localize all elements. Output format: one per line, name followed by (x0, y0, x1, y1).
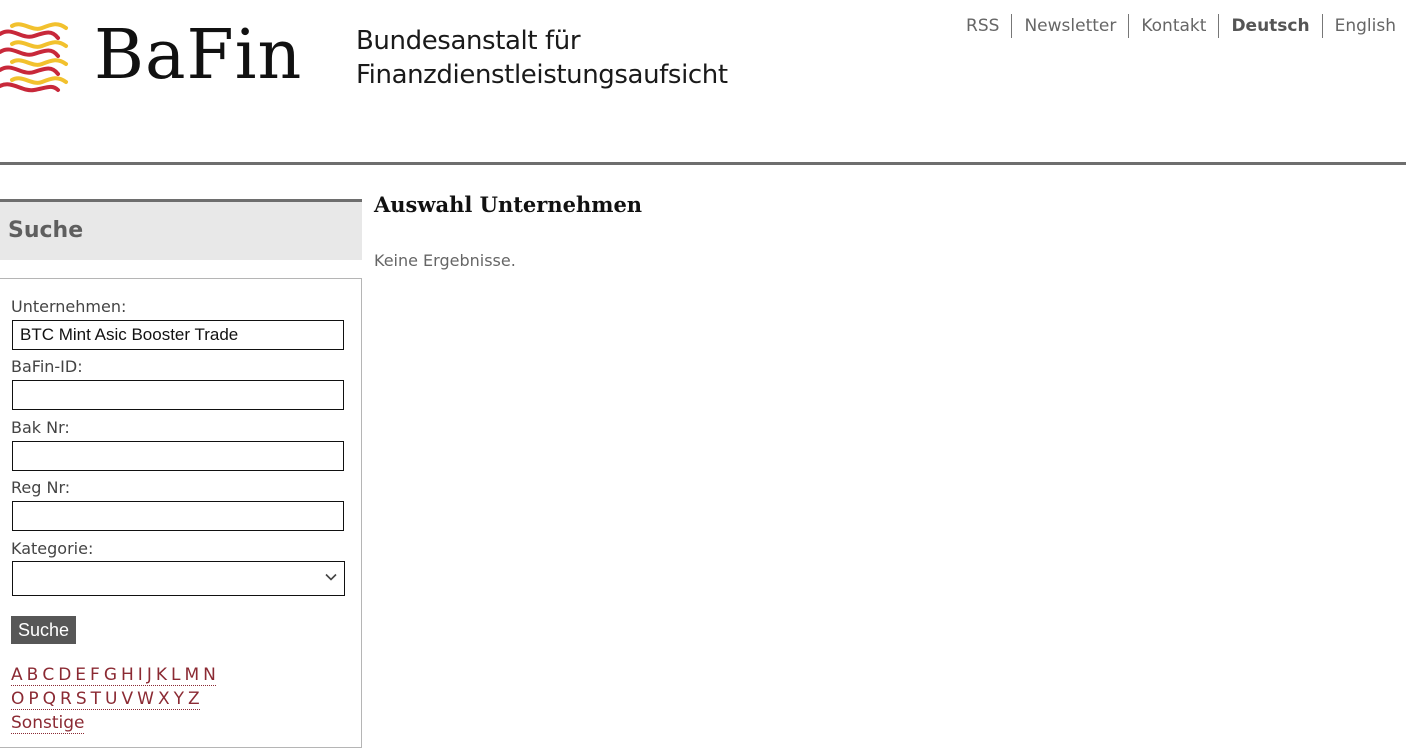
top-navigation: RSS Newsletter Kontakt Deutsch English (954, 14, 1396, 38)
bak-nr-input[interactable] (12, 441, 344, 471)
nav-deutsch-link[interactable]: Deutsch (1218, 14, 1321, 38)
other-companies-link[interactable]: Sonstige (11, 713, 85, 734)
company-input[interactable] (12, 320, 344, 350)
letter-link[interactable]: K (156, 665, 167, 685)
search-button[interactable]: Suche (11, 616, 76, 644)
nav-english-link[interactable]: English (1321, 14, 1396, 38)
letter-link[interactable]: Y (174, 689, 184, 709)
alphabet-row-2: OPQRSTUVWXYZ (11, 689, 200, 710)
page-title: Auswahl Unternehmen (374, 192, 643, 217)
bak-nr-label: Bak Nr: (11, 418, 70, 437)
nav-newsletter-link[interactable]: Newsletter (1011, 14, 1128, 38)
reg-nr-label: Reg Nr: (11, 478, 71, 497)
category-select[interactable] (12, 561, 345, 596)
alphabet-links-o-z[interactable]: OPQRSTUVWXYZ (11, 689, 200, 710)
letter-link[interactable]: M (184, 665, 199, 685)
letter-link[interactable]: H (121, 665, 134, 685)
bafin-waves-logo-icon (0, 22, 68, 93)
letter-link[interactable]: Q (43, 689, 56, 709)
agency-name-line1: Bundesanstalt für (356, 26, 581, 56)
letter-link[interactable]: J (147, 665, 152, 685)
letter-link[interactable]: Z (188, 689, 200, 709)
bafin-logo-text[interactable]: BaFin (94, 16, 302, 96)
letter-link[interactable]: X (158, 689, 170, 709)
letter-link[interactable]: C (42, 665, 54, 685)
bafin-id-label: BaFin-ID: (11, 357, 83, 376)
header-divider (0, 162, 1406, 165)
letter-link[interactable]: I (138, 665, 143, 685)
alphabet-row-1: ABCDEFGHIJKLMN (11, 665, 216, 686)
letter-link[interactable]: T (91, 689, 101, 709)
letter-link[interactable]: O (11, 689, 24, 709)
category-label: Kategorie: (11, 539, 94, 558)
sidebar-header: Suche (0, 199, 362, 260)
letter-link[interactable]: N (203, 665, 216, 685)
sidebar-title: Suche (8, 218, 84, 243)
letter-link[interactable]: S (76, 689, 87, 709)
letter-link[interactable]: R (60, 689, 72, 709)
company-label: Unternehmen: (11, 297, 127, 316)
agency-name-line2: Finanzdienstleistungsaufsicht (356, 60, 728, 90)
letter-link[interactable]: V (122, 689, 134, 709)
letter-link[interactable]: B (27, 665, 39, 685)
nav-rss-link[interactable]: RSS (954, 14, 1011, 38)
bafin-id-input[interactable] (12, 380, 344, 410)
letter-link[interactable]: L (171, 665, 180, 685)
letter-link[interactable]: D (58, 665, 71, 685)
reg-nr-input[interactable] (12, 501, 344, 531)
letter-link[interactable]: A (11, 665, 23, 685)
letter-link[interactable]: P (28, 689, 38, 709)
nav-kontakt-link[interactable]: Kontakt (1128, 14, 1218, 38)
letter-link[interactable]: W (137, 689, 154, 709)
letter-link[interactable]: E (75, 665, 86, 685)
letter-link[interactable]: U (105, 689, 117, 709)
agency-name: Bundesanstalt für Finanzdienstleistungsa… (356, 24, 728, 92)
letter-link[interactable]: F (90, 665, 100, 685)
letter-link[interactable]: G (104, 665, 117, 685)
alphabet-links-a-n[interactable]: ABCDEFGHIJKLMN (11, 665, 216, 686)
chevron-down-icon (325, 573, 337, 581)
alphabet-row-3: Sonstige (11, 713, 85, 734)
no-results-message: Keine Ergebnisse. (374, 251, 516, 270)
